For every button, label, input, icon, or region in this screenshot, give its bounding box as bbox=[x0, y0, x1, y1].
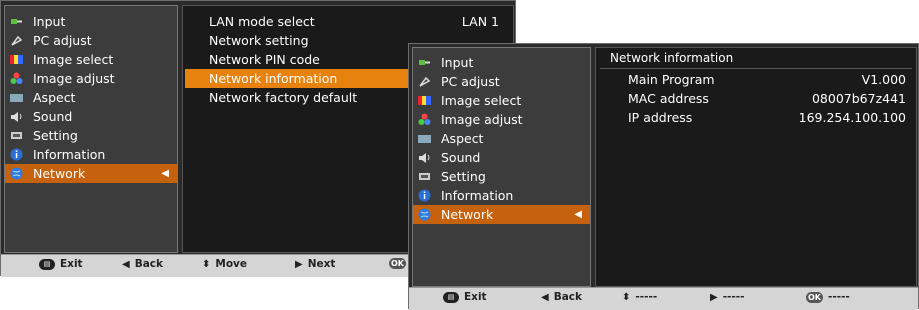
sound-icon bbox=[418, 151, 431, 164]
network-icon bbox=[10, 167, 23, 180]
info-row-mac-address: MAC address 08007b67z441 bbox=[628, 91, 906, 106]
hint-exit: ▤ Exit bbox=[443, 291, 487, 303]
hint-back: ◀ Back bbox=[122, 258, 163, 270]
menu-item-image-adjust[interactable]: Image adjust bbox=[413, 110, 590, 129]
ok-button-icon: OK bbox=[389, 258, 406, 269]
menu-item-sound[interactable]: Sound bbox=[413, 148, 590, 167]
next-arrow-icon: ▶ bbox=[295, 258, 303, 270]
menu-item-information[interactable]: Information bbox=[5, 145, 177, 164]
hint-move: ⬍ ----- bbox=[622, 291, 658, 303]
menu-item-pc-adjust[interactable]: PC adjust bbox=[413, 72, 590, 91]
info-row-main-program: Main Program V1.000 bbox=[628, 72, 906, 87]
ok-button-icon: OK bbox=[806, 291, 823, 303]
hint-move: ⬍ Move bbox=[202, 258, 248, 270]
panel-title: Network information bbox=[610, 51, 734, 65]
information-icon bbox=[10, 148, 23, 161]
menu-item-aspect[interactable]: Aspect bbox=[5, 88, 177, 107]
main-menu-front: Input PC adjust Image select Image adjus… bbox=[412, 47, 591, 287]
setting-icon bbox=[418, 170, 431, 183]
network-information-screen: Input PC adjust Image select Image adjus… bbox=[408, 43, 919, 310]
menu-item-input[interactable]: Input bbox=[413, 53, 590, 72]
pc-adjust-icon bbox=[10, 34, 23, 47]
menu-item-input[interactable]: Input bbox=[5, 12, 177, 31]
submenu-item-lan-mode[interactable]: LAN mode select LAN 1 bbox=[183, 12, 513, 31]
up-down-icon: ⬍ bbox=[202, 258, 211, 270]
network-information-panel: Network information Main Program V1.000 … bbox=[595, 47, 917, 287]
selected-arrow-icon: ◀ bbox=[161, 168, 169, 179]
image-adjust-icon bbox=[418, 113, 431, 126]
network-icon bbox=[418, 208, 431, 221]
menu-button-icon: ▤ bbox=[39, 258, 55, 270]
hint-back: ◀ Back bbox=[541, 291, 582, 303]
pc-adjust-icon bbox=[418, 75, 431, 88]
title-divider bbox=[600, 68, 912, 69]
main-menu: Input PC adjust Image select Image adjus… bbox=[4, 5, 178, 253]
image-select-icon bbox=[418, 94, 431, 107]
menu-item-image-adjust[interactable]: Image adjust bbox=[5, 69, 177, 88]
image-select-icon bbox=[10, 53, 23, 66]
selected-arrow-icon: ◀ bbox=[574, 209, 582, 220]
setting-icon bbox=[10, 129, 23, 142]
menu-button-icon: ▤ bbox=[443, 291, 459, 303]
menu-item-pc-adjust[interactable]: PC adjust bbox=[5, 31, 177, 50]
info-row-ip-address: IP address 169.254.100.100 bbox=[628, 110, 906, 125]
menu-item-network[interactable]: Network ◀ bbox=[413, 205, 590, 224]
hint-next: ▶ ----- bbox=[710, 291, 745, 303]
input-icon bbox=[10, 15, 23, 28]
information-icon bbox=[418, 189, 431, 202]
menu-item-sound[interactable]: Sound bbox=[5, 107, 177, 126]
input-icon bbox=[418, 56, 431, 69]
image-adjust-icon bbox=[10, 72, 23, 85]
menu-item-image-select[interactable]: Image select bbox=[413, 91, 590, 110]
lan-mode-value: LAN 1 bbox=[461, 14, 499, 29]
next-arrow-icon: ▶ bbox=[710, 291, 718, 303]
back-arrow-icon: ◀ bbox=[122, 258, 130, 270]
hint-exit: ▤ Exit bbox=[39, 258, 83, 270]
hint-next: ▶ Next bbox=[295, 258, 336, 270]
sound-icon bbox=[10, 110, 23, 123]
aspect-icon bbox=[418, 132, 431, 145]
menu-item-setting[interactable]: Setting bbox=[413, 167, 590, 186]
menu-item-aspect[interactable]: Aspect bbox=[413, 129, 590, 148]
footer-hints-front: ▤ Exit ◀ Back ⬍ ----- ▶ ----- OK ----- bbox=[409, 287, 918, 310]
up-down-icon: ⬍ bbox=[622, 291, 631, 303]
menu-item-setting[interactable]: Setting bbox=[5, 126, 177, 145]
menu-item-image-select[interactable]: Image select bbox=[5, 50, 177, 69]
hint-ok: OK ----- bbox=[806, 291, 850, 303]
back-arrow-icon: ◀ bbox=[541, 291, 549, 303]
aspect-icon bbox=[10, 91, 23, 104]
menu-item-information[interactable]: Information bbox=[413, 186, 590, 205]
submenu-item-network-information[interactable]: Network information bbox=[185, 69, 414, 88]
menu-item-network[interactable]: Network ◀ bbox=[5, 164, 177, 183]
